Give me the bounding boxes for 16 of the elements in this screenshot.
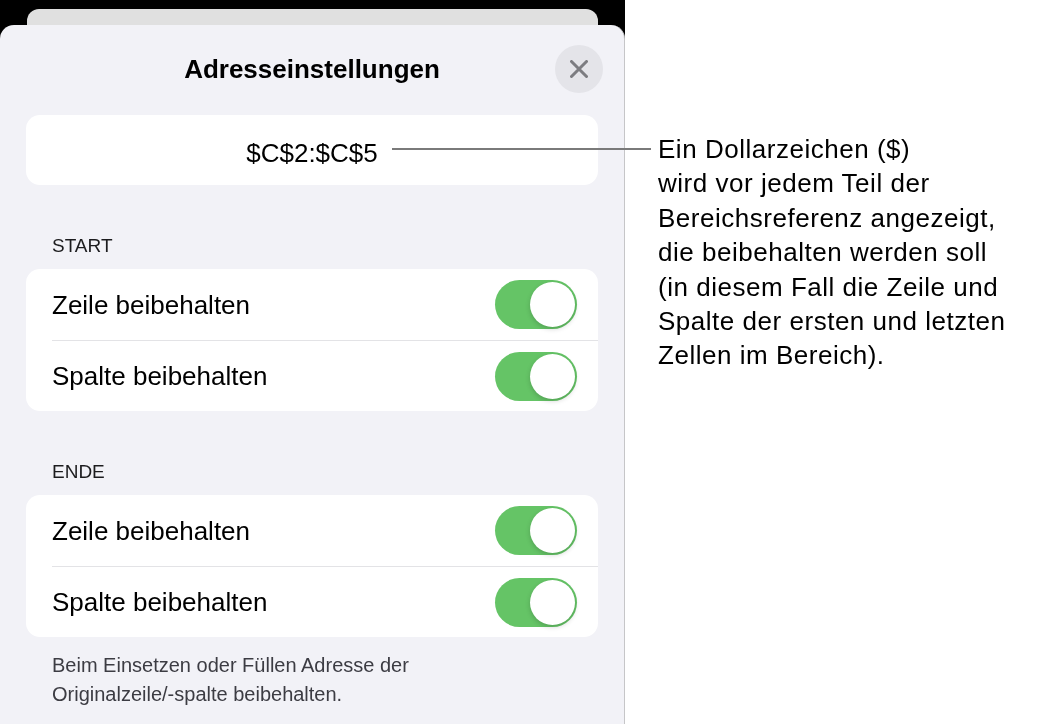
toggle-switch[interactable] (495, 577, 577, 627)
close-button[interactable] (555, 45, 603, 93)
toggle-switch[interactable] (495, 506, 577, 555)
footer-note: Beim Einsetzen oder Füllen Adresse der Originalzeile/-spalte beibehalten. (52, 653, 410, 707)
sheet-title: Adresseinstellungen (184, 53, 440, 85)
toggle-label: Zeile beibehalten (52, 514, 251, 547)
section-header: ENDE (51, 462, 106, 482)
toggle-label: Spalte beibehalten (52, 360, 268, 392)
toggle-label: Zeile beibehalten (52, 288, 251, 321)
toggle-switch[interactable] (495, 351, 577, 401)
close-icon (570, 60, 588, 78)
toggle-label: Spalte beibehalten (52, 586, 268, 618)
callout-text: Ein Dollarzeichen ($) wird vor jedem Teil der Bereichsreferenz angezeigt, die beibehalten werden soll (in diesem Fall die Zeile und Spalte der ersten und letzten Zellen im Bereich). (658, 133, 1007, 373)
toggle-switch[interactable] (495, 280, 577, 329)
section-header: START (51, 236, 114, 256)
address-field[interactable]: $C$2:$C$5 (26, 115, 598, 185)
